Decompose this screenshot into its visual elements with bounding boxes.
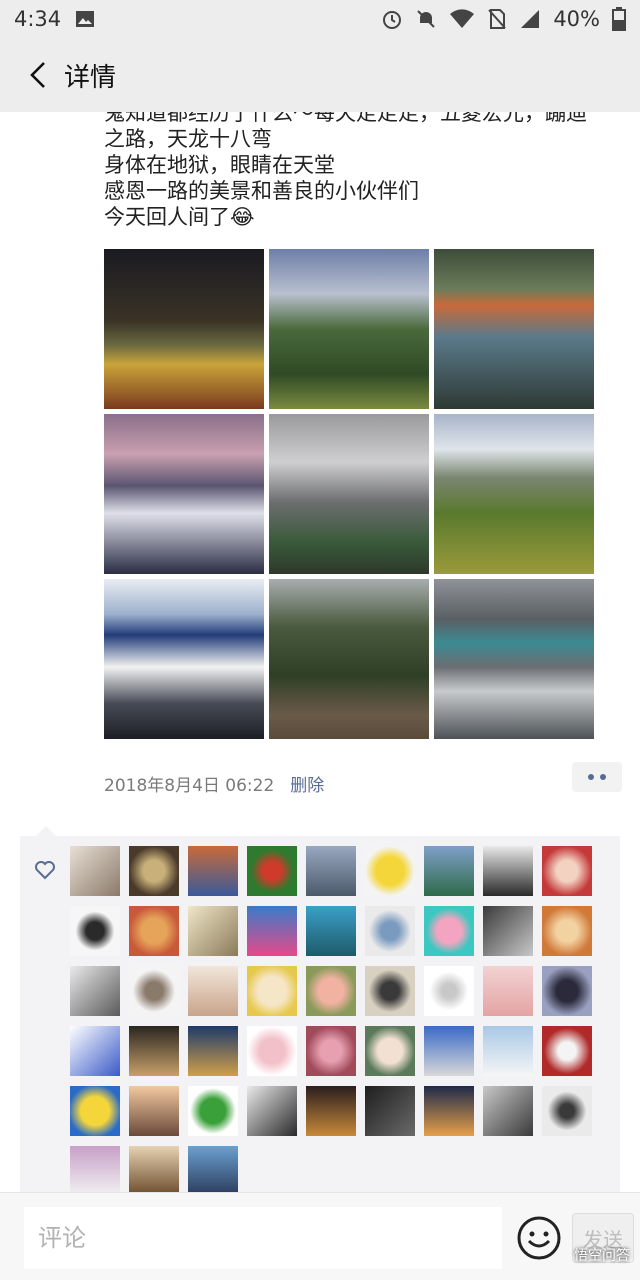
comment-bar: 发送 悟空问答 [0, 1192, 640, 1280]
post-text: 鬼知道都经历了什么～每天走走走，五菱宏光，蹦迪 之路，天龙十八弯 身体在地狱，眼… [104, 112, 624, 230]
liker-avatar[interactable] [306, 1026, 356, 1076]
liker-avatar[interactable] [129, 906, 179, 956]
post-line: 身体在地狱，眼睛在天堂 [104, 153, 335, 177]
photo-tile[interactable] [269, 579, 429, 739]
photo-tile[interactable] [269, 414, 429, 574]
post-line: 感恩一路的美景和善良的小伙伴们 [104, 179, 419, 203]
liker-avatar[interactable] [247, 966, 297, 1016]
liker-avatar[interactable] [483, 846, 533, 896]
photo-grid [104, 249, 594, 739]
post-line: 之路，天龙十八弯 [104, 127, 272, 151]
likes-panel [20, 826, 620, 1192]
liker-avatar[interactable] [129, 1026, 179, 1076]
liker-avatar[interactable] [542, 1026, 592, 1076]
battery-percent: 40% [553, 7, 600, 31]
liker-avatar[interactable] [188, 1086, 238, 1136]
liker-avatar[interactable] [424, 906, 474, 956]
more-actions-button[interactable] [572, 762, 622, 792]
liker-avatar[interactable] [70, 906, 120, 956]
liker-avatar[interactable] [129, 1086, 179, 1136]
liker-avatar[interactable] [483, 1026, 533, 1076]
liker-avatar[interactable] [365, 1026, 415, 1076]
liker-avatar[interactable] [129, 1146, 179, 1192]
liker-avatar[interactable] [70, 1086, 120, 1136]
alarm-icon [383, 11, 402, 29]
photo-tile[interactable] [104, 414, 264, 574]
liker-avatar[interactable] [365, 966, 415, 1016]
liker-avatar[interactable] [188, 906, 238, 956]
photo-tile[interactable] [104, 579, 264, 739]
liker-avatar[interactable] [365, 1086, 415, 1136]
liker-avatar[interactable] [483, 966, 533, 1016]
photo-tile[interactable] [434, 579, 594, 739]
liker-avatar[interactable] [424, 1026, 474, 1076]
liker-avatar[interactable] [365, 846, 415, 896]
liker-avatar[interactable] [70, 1026, 120, 1076]
liker-avatar[interactable] [247, 846, 297, 896]
liker-avatar[interactable] [424, 846, 474, 896]
liker-avatar[interactable] [306, 846, 356, 896]
liker-avatar[interactable] [542, 906, 592, 956]
liker-avatar[interactable] [247, 906, 297, 956]
liker-avatar[interactable] [188, 966, 238, 1016]
watermark: 悟空问答 [574, 1248, 630, 1264]
liker-avatar[interactable] [424, 1086, 474, 1136]
no-sim-icon [488, 9, 507, 29]
delete-link[interactable]: 删除 [290, 771, 324, 796]
photo-tile[interactable] [269, 249, 429, 409]
comment-input[interactable] [24, 1207, 502, 1269]
post-timestamp: 2018年8月4日 06:22 [104, 775, 275, 796]
liker-avatar[interactable] [542, 966, 592, 1016]
photo-tile[interactable] [434, 414, 594, 574]
post-line: 鬼知道都经历了什么～每天走走走，五菱宏光，蹦迪 [104, 112, 587, 125]
signal-icon [521, 10, 540, 28]
post-line: 今天回人间了😂 [104, 205, 255, 229]
liker-avatar[interactable] [306, 906, 356, 956]
status-time: 4:34 [14, 7, 62, 31]
battery-icon [612, 7, 626, 31]
gallery-notification-icon [76, 11, 95, 27]
liker-avatar[interactable] [247, 1026, 297, 1076]
liker-avatar[interactable] [483, 1086, 533, 1136]
liker-avatar[interactable] [424, 966, 474, 1016]
liker-avatar[interactable] [542, 1086, 592, 1136]
liker-avatar[interactable] [129, 966, 179, 1016]
liker-avatar[interactable] [542, 846, 592, 896]
status-bar: 4:34 40% [0, 0, 640, 38]
liker-avatar[interactable] [129, 846, 179, 896]
liker-avatar[interactable] [306, 1086, 356, 1136]
liker-avatars [70, 846, 610, 1192]
liker-avatar[interactable] [247, 1086, 297, 1136]
liker-avatar[interactable] [70, 966, 120, 1016]
dot-icon [600, 774, 606, 780]
nav-bar: 详情 [0, 38, 640, 112]
photo-tile[interactable] [434, 249, 594, 409]
liker-avatar[interactable] [188, 1146, 238, 1192]
mute-icon [417, 10, 436, 28]
liker-avatar[interactable] [483, 906, 533, 956]
dot-icon [588, 774, 594, 780]
post-meta: 2018年8月4日 06:22 删除 [104, 768, 624, 798]
liker-avatar[interactable] [188, 1026, 238, 1076]
liker-avatar[interactable] [70, 1146, 120, 1192]
emoji-icon[interactable] [516, 1215, 562, 1261]
page-title: 详情 [64, 62, 117, 93]
back-button[interactable] [18, 55, 58, 95]
post-content: 鬼知道都经历了什么～每天走走走，五菱宏光，蹦迪 之路，天龙十八弯 身体在地狱，眼… [0, 112, 640, 1192]
wifi-icon [450, 9, 475, 28]
chevron-left-icon [30, 62, 45, 88]
photo-tile[interactable] [104, 249, 264, 409]
heart-icon [35, 861, 55, 880]
liker-avatar[interactable] [306, 966, 356, 1016]
liker-avatar[interactable] [188, 846, 238, 896]
liker-avatar[interactable] [70, 846, 120, 896]
liker-avatar[interactable] [365, 906, 415, 956]
